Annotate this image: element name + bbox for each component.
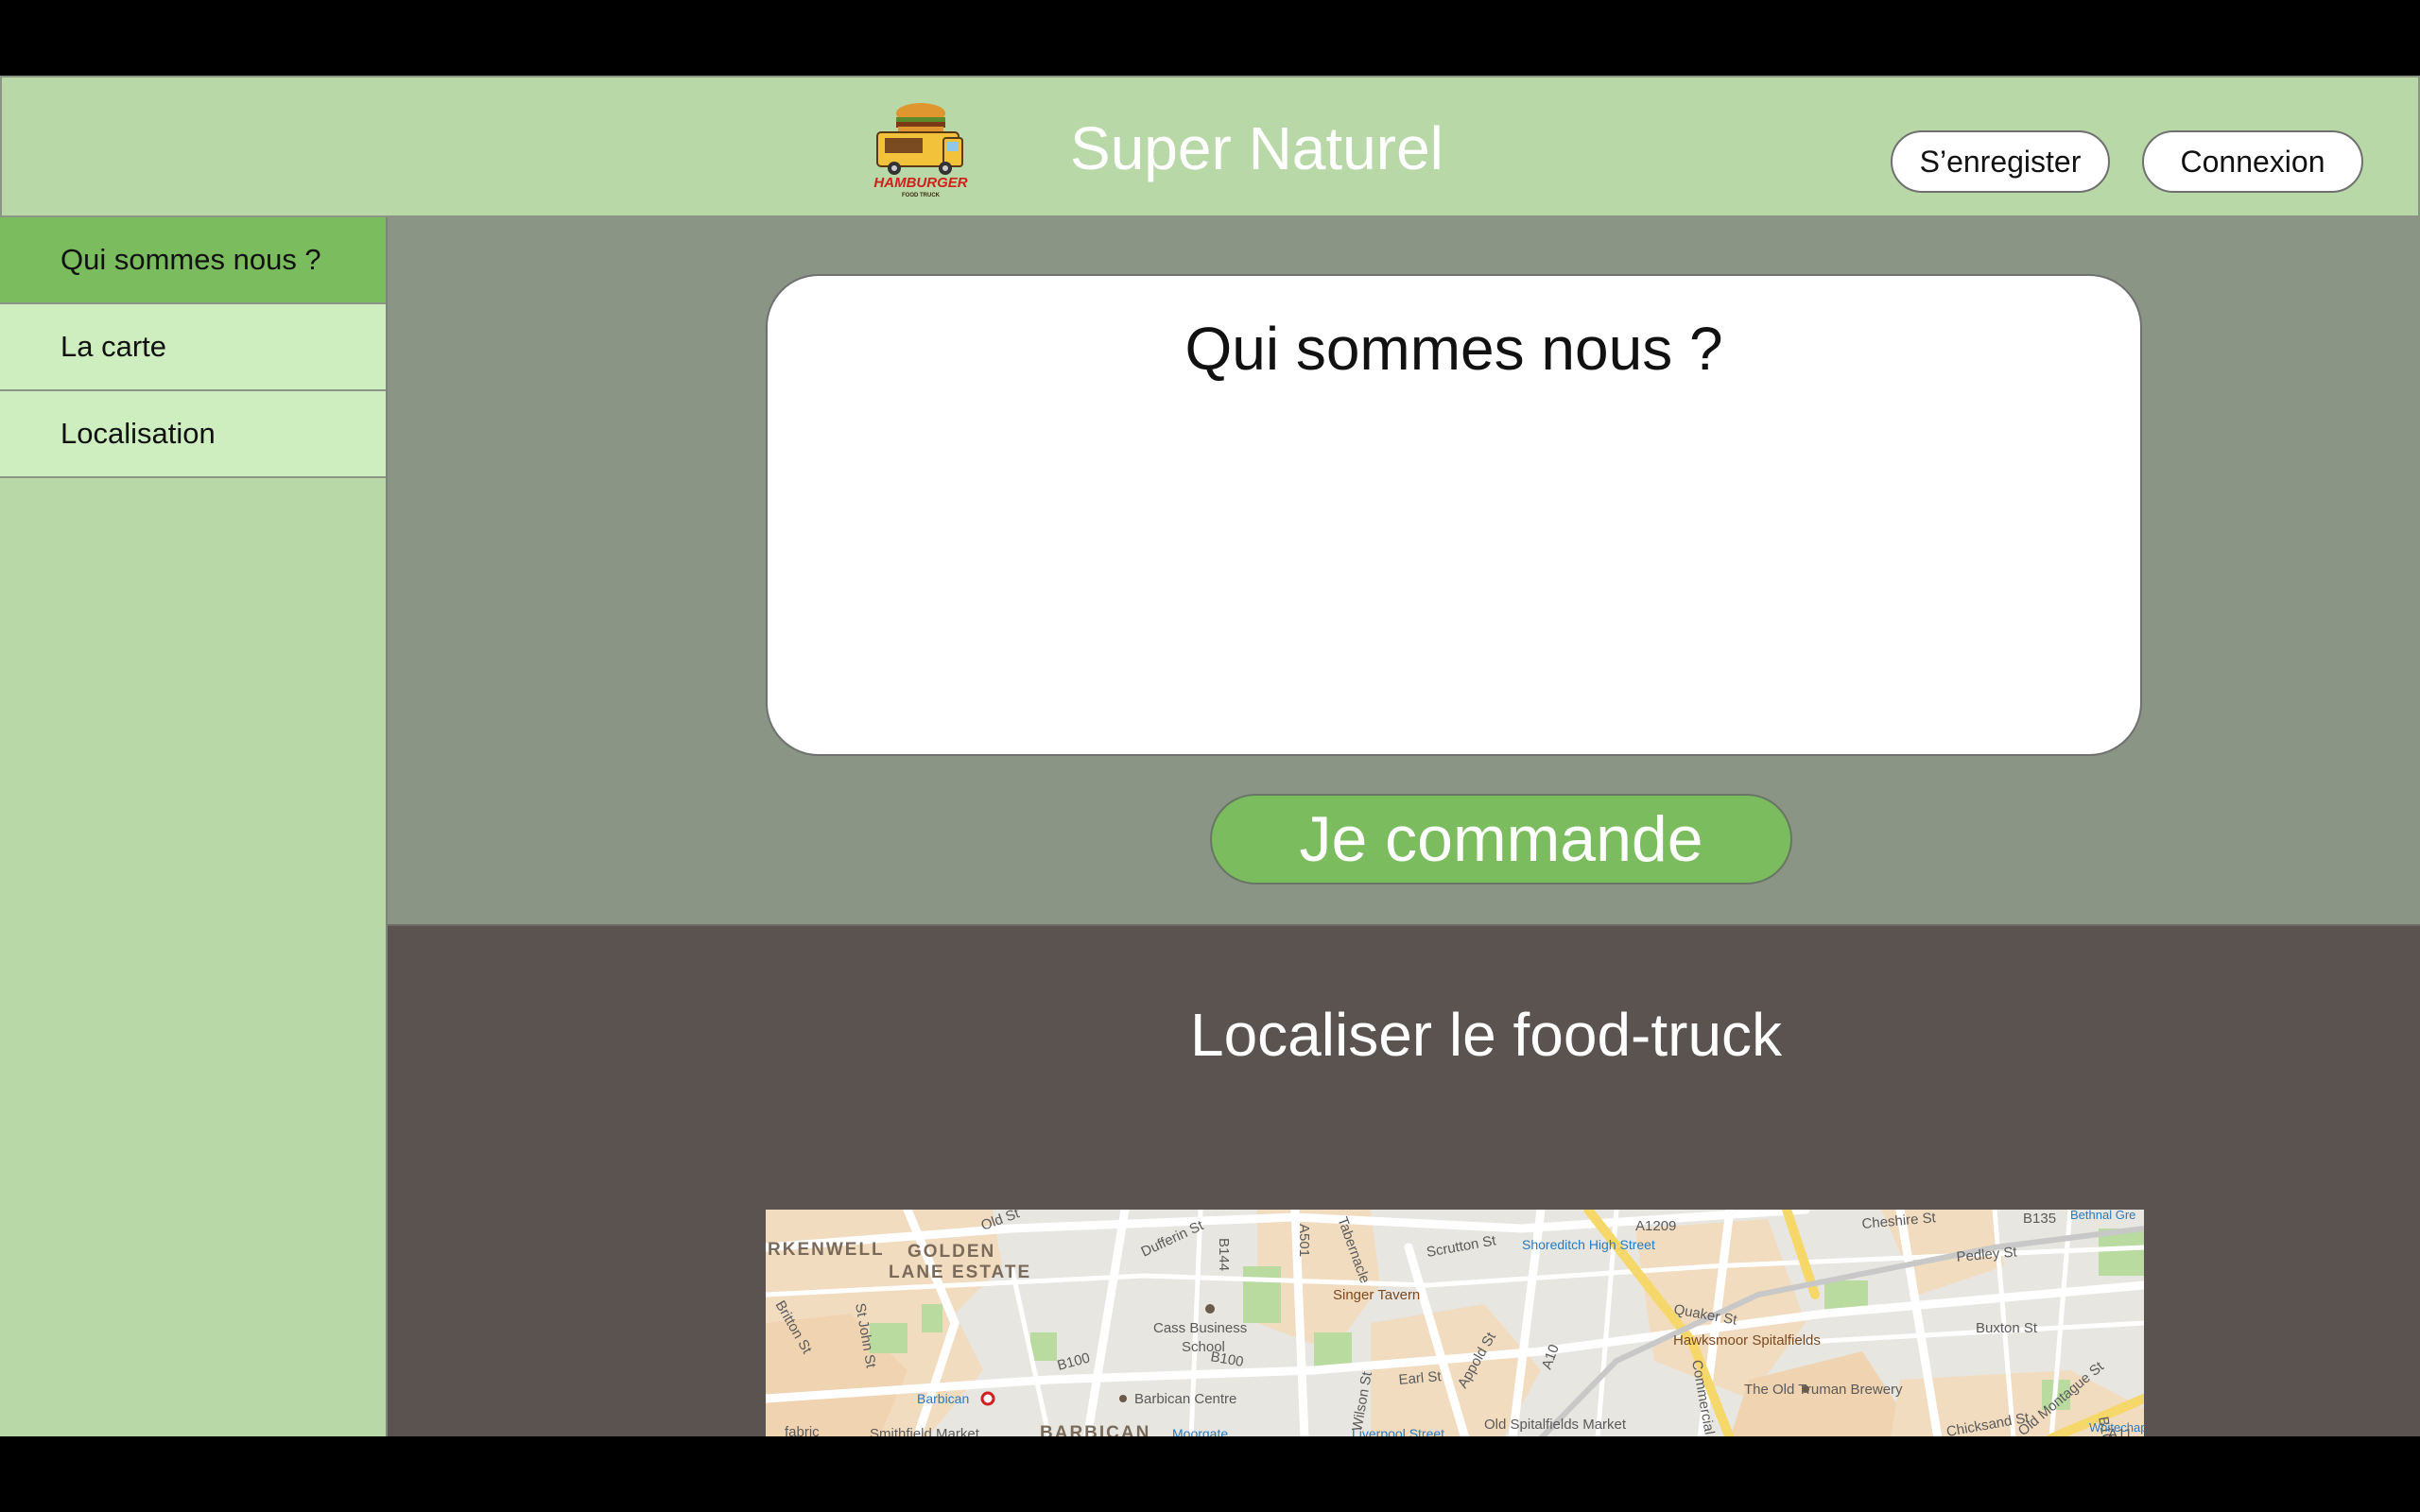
sidebar-item-label: Qui sommes nous ? xyxy=(60,243,321,276)
svg-text:Singer Tavern: Singer Tavern xyxy=(1333,1287,1420,1303)
tube-station-icon xyxy=(980,1391,995,1406)
svg-text:The Old Truman Brewery: The Old Truman Brewery xyxy=(1744,1382,1903,1398)
svg-text:RKENWELL: RKENWELL xyxy=(768,1240,885,1260)
about-card: Qui sommes nous ? xyxy=(766,274,2142,756)
svg-text:A1209: A1209 xyxy=(1635,1218,1676,1234)
login-button[interactable]: Connexion xyxy=(2142,130,2363,193)
svg-text:FOOD TRUCK: FOOD TRUCK xyxy=(902,193,941,198)
map[interactable]: RKENWELL GOLDEN LANE ESTATE Old St Duffe… xyxy=(766,1210,2144,1436)
svg-text:LANE ESTATE: LANE ESTATE xyxy=(889,1263,1031,1282)
sidebar-item-location[interactable]: Localisation xyxy=(0,391,386,478)
svg-text:fabric: fabric xyxy=(785,1424,820,1436)
school-marker-icon xyxy=(1205,1304,1215,1314)
svg-text:Cass Business: Cass Business xyxy=(1153,1320,1247,1336)
svg-text:Smithfield Market: Smithfield Market xyxy=(870,1426,980,1436)
svg-text:Old Spitalfields Market: Old Spitalfields Market xyxy=(1484,1417,1627,1433)
svg-text:Shoreditch High Street: Shoreditch High Street xyxy=(1522,1237,1655,1252)
app-window: HAMBURGER FOOD TRUCK Super Naturel S’enr… xyxy=(0,76,2420,1436)
sidebar-item-menu[interactable]: La carte xyxy=(0,304,386,391)
sidebar-item-label: Localisation xyxy=(60,417,216,450)
svg-text:A501: A501 xyxy=(1296,1224,1312,1257)
site-title: Super Naturel xyxy=(1070,114,1443,182)
svg-text:BARBICAN: BARBICAN xyxy=(1040,1423,1150,1436)
svg-text:A11: A11 xyxy=(2108,1426,2133,1436)
svg-text:HAMBURGER: HAMBURGER xyxy=(873,175,967,191)
brewery-marker-icon xyxy=(1802,1385,1809,1393)
food-truck-logo-icon: HAMBURGER FOOD TRUCK xyxy=(873,103,968,198)
map-canvas: RKENWELL GOLDEN LANE ESTATE Old St Duffe… xyxy=(766,1210,2144,1436)
about-title: Qui sommes nous ? xyxy=(1184,315,1723,383)
svg-text:B144: B144 xyxy=(1216,1238,1232,1271)
map-label-liverpool: Liverpool Street xyxy=(1352,1426,1444,1436)
register-button[interactable]: S’enregister xyxy=(1891,130,2110,193)
sidebar: Qui sommes nous ? La carte Localisation xyxy=(0,217,388,1436)
venue-marker-icon xyxy=(1119,1395,1127,1402)
svg-text:Barbican Centre: Barbican Centre xyxy=(1134,1391,1236,1407)
order-button[interactable]: Je commande xyxy=(1210,794,1792,885)
sidebar-item-about[interactable]: Qui sommes nous ? xyxy=(0,217,386,304)
location-title: Localiser le food-truck xyxy=(1189,1001,1783,1069)
header-bar: HAMBURGER FOOD TRUCK Super Naturel S’enr… xyxy=(0,76,2420,217)
svg-text:Bethnal Gre: Bethnal Gre xyxy=(2070,1210,2135,1222)
food-truck-logo[interactable]: HAMBURGER FOOD TRUCK xyxy=(862,96,983,200)
sidebar-item-label: La carte xyxy=(60,330,167,363)
svg-text:GOLDEN: GOLDEN xyxy=(908,1242,995,1262)
map-label-moorgate: Moorgate xyxy=(1172,1426,1228,1436)
location-section: Localiser le food-truck RKENWELL GOLDEN … xyxy=(388,924,2420,1436)
svg-text:Hawksmoor Spitalfields: Hawksmoor Spitalfields xyxy=(1673,1332,1821,1349)
svg-text:B135: B135 xyxy=(2023,1211,2056,1227)
svg-text:Buxton St: Buxton St xyxy=(1976,1320,2038,1336)
svg-text:Barbican: Barbican xyxy=(917,1391,969,1406)
